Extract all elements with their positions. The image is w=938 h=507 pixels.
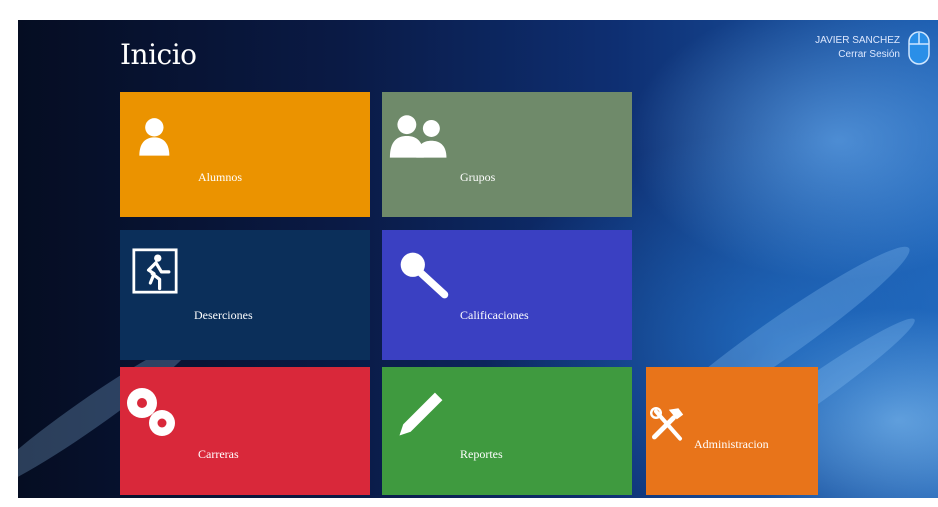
tools-icon: [650, 407, 684, 441]
tile-administracion-label: Administracion: [694, 437, 769, 451]
user-info[interactable]: JAVIER SANCHEZ Cerrar Sesión: [815, 34, 900, 62]
tile-alumnos[interactable]: Alumnos: [120, 92, 370, 217]
tile-grupos-label: Grupos: [460, 170, 496, 184]
user-name: JAVIER SANCHEZ: [815, 35, 900, 46]
tile-carreras-label: Carreras: [198, 447, 239, 461]
app-screen: Inicio JAVIER SANCHEZ Cerrar Sesión Alum…: [18, 20, 938, 498]
tile-calificaciones[interactable]: Calificaciones: [382, 230, 632, 360]
magnifier-icon: [400, 252, 449, 299]
pencil-icon: [399, 392, 443, 436]
tile-grupos[interactable]: Grupos: [382, 92, 632, 217]
mouse-avatar-icon[interactable]: [908, 30, 930, 66]
user-role[interactable]: Cerrar Sesión: [815, 48, 900, 62]
exit-running-icon: [132, 248, 178, 294]
tile-calificaciones-label: Calificaciones: [460, 308, 529, 322]
tile-reportes-label: Reportes: [460, 447, 503, 461]
tile-reportes[interactable]: Reportes: [382, 367, 632, 495]
gears-icon: [127, 388, 175, 436]
tile-deserciones-label: Deserciones: [194, 308, 253, 322]
tile-administracion[interactable]: Administracion: [646, 367, 818, 495]
users-icon: [389, 115, 447, 158]
tile-carreras[interactable]: Carreras: [120, 367, 370, 495]
user-icon: [139, 118, 170, 156]
tile-deserciones[interactable]: Deserciones: [120, 230, 370, 360]
tile-alumnos-label: Alumnos: [198, 170, 243, 184]
page-title: Inicio: [120, 38, 197, 71]
